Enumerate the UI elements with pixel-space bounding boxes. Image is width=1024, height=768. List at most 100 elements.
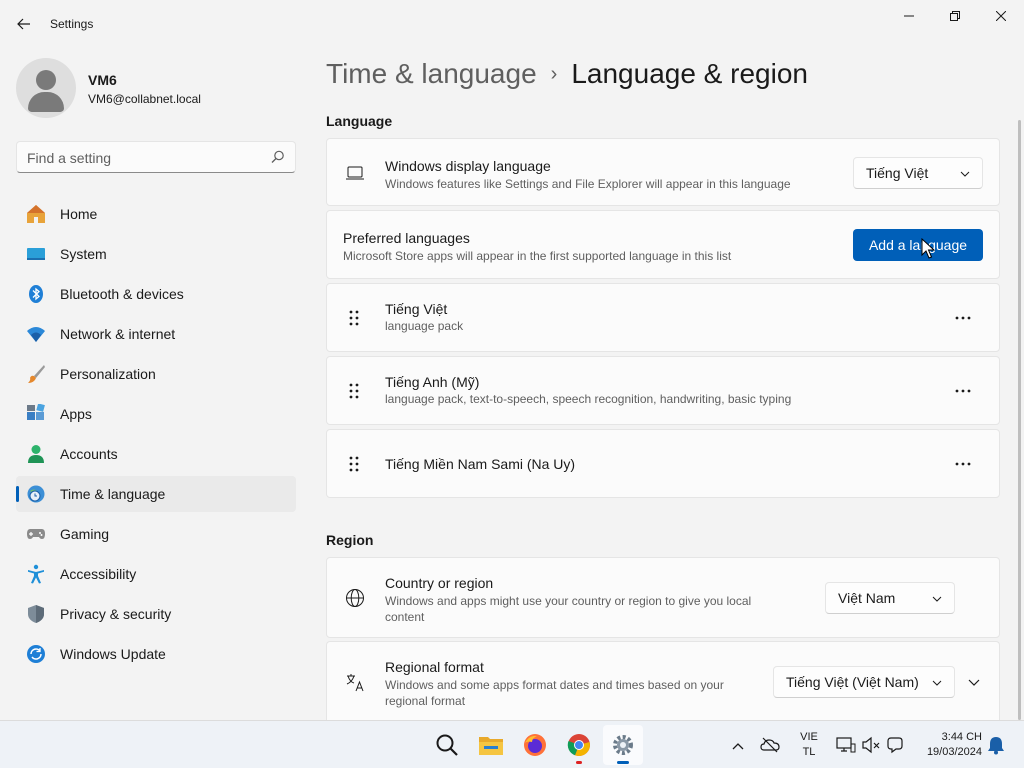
mouse-cursor-icon bbox=[921, 238, 935, 259]
taskbar-firefox[interactable] bbox=[515, 725, 555, 765]
onedrive-icon[interactable] bbox=[760, 735, 780, 755]
power-icon[interactable] bbox=[885, 735, 905, 755]
language-list-item[interactable]: Tiếng Anh (Mỹ) language pack, text-to-sp… bbox=[326, 356, 1000, 425]
sidebar-item-gaming[interactable]: Gaming bbox=[16, 516, 296, 552]
preferred-languages-title: Preferred languages bbox=[343, 230, 470, 246]
input-language-code: VIE bbox=[800, 731, 818, 743]
app-title: Settings bbox=[50, 17, 94, 31]
language-list-item[interactable]: Tiếng Miền Nam Sami (Na Uy) bbox=[326, 429, 1000, 498]
expand-chevron-icon[interactable] bbox=[968, 676, 980, 688]
chevron-down-icon bbox=[932, 596, 942, 602]
sidebar-item-windows-update[interactable]: Windows Update bbox=[16, 636, 296, 672]
maximize-button[interactable] bbox=[932, 0, 978, 32]
chevron-right-icon: › bbox=[550, 63, 558, 85]
file-explorer-icon bbox=[479, 737, 503, 755]
bluetooth-icon bbox=[29, 285, 43, 303]
sidebar-item-home[interactable]: Home bbox=[16, 196, 296, 232]
breadcrumb-parent[interactable]: Time & language bbox=[326, 58, 537, 89]
gamepad-icon bbox=[27, 529, 45, 539]
display-language-card: Windows display language Windows feature… bbox=[326, 138, 1000, 206]
close-button[interactable] bbox=[978, 0, 1024, 32]
sidebar-item-network[interactable]: Network & internet bbox=[16, 316, 296, 352]
sidebar-item-accessibility[interactable]: Accessibility bbox=[16, 556, 296, 592]
settings-icon bbox=[613, 735, 633, 755]
sidebar-item-label: Apps bbox=[60, 406, 92, 422]
drag-handle-icon[interactable] bbox=[348, 309, 360, 327]
more-icon bbox=[955, 462, 971, 466]
regional-format-title: Regional format bbox=[385, 659, 484, 675]
dropdown-value: Tiếng Việt bbox=[866, 165, 929, 181]
sidebar-item-personalization[interactable]: Personalization bbox=[16, 356, 296, 392]
laptop-icon bbox=[346, 166, 364, 180]
display-language-subtitle: Windows features like Settings and File … bbox=[385, 177, 791, 191]
user-email: VM6@collabnet.local bbox=[88, 92, 201, 106]
globe-clock-icon bbox=[27, 485, 45, 503]
section-title-region: Region bbox=[326, 532, 374, 548]
sidebar-item-label: System bbox=[60, 246, 107, 262]
language-list-item[interactable]: Tiếng Việt language pack bbox=[326, 283, 1000, 352]
title-bar: Settings bbox=[0, 0, 1024, 48]
sidebar-item-label: Windows Update bbox=[60, 646, 166, 662]
globe-icon bbox=[346, 589, 364, 607]
regional-format-subtitle-line2: regional format bbox=[385, 694, 466, 708]
sidebar-item-label: Network & internet bbox=[60, 326, 176, 342]
notification-bell-icon[interactable] bbox=[986, 735, 1006, 755]
regional-format-subtitle-line1: Windows and some apps format dates and t… bbox=[385, 678, 724, 692]
network-icon[interactable] bbox=[836, 735, 856, 755]
sidebar-item-time-language[interactable]: Time & language bbox=[16, 476, 296, 512]
dropdown-value: Việt Nam bbox=[838, 590, 896, 606]
regional-format-dropdown[interactable]: Tiếng Việt (Việt Nam) bbox=[773, 666, 955, 698]
home-icon bbox=[27, 205, 45, 223]
scrollbar[interactable] bbox=[1018, 120, 1021, 720]
search-box[interactable]: Find a setting bbox=[16, 141, 296, 173]
taskbar-file-explorer[interactable] bbox=[471, 725, 511, 765]
back-button[interactable] bbox=[10, 12, 38, 36]
sidebar-item-apps[interactable]: Apps bbox=[16, 396, 296, 432]
sidebar-item-accounts[interactable]: Accounts bbox=[16, 436, 296, 472]
taskbar-search[interactable] bbox=[427, 725, 467, 765]
shield-icon bbox=[28, 605, 44, 623]
avatar[interactable] bbox=[16, 58, 76, 118]
taskbar: VIE TL 3:44 CH 19/03/2024 bbox=[0, 720, 1024, 768]
more-options-button[interactable] bbox=[949, 381, 977, 401]
country-region-dropdown[interactable]: Việt Nam bbox=[825, 582, 955, 614]
drag-handle-icon[interactable] bbox=[348, 382, 360, 400]
minimize-icon bbox=[904, 15, 914, 17]
preferred-languages-subtitle: Microsoft Store apps will appear in the … bbox=[343, 249, 732, 263]
language-name: Tiếng Anh (Mỹ) bbox=[385, 374, 480, 390]
sidebar-item-label: Gaming bbox=[60, 526, 110, 542]
display-language-dropdown[interactable]: Tiếng Việt bbox=[853, 157, 983, 189]
language-detail: language pack bbox=[385, 319, 464, 333]
volume-muted-icon[interactable] bbox=[861, 735, 881, 755]
more-icon bbox=[955, 389, 971, 393]
more-options-button[interactable] bbox=[949, 308, 977, 328]
wifi-icon bbox=[27, 327, 45, 342]
more-options-button[interactable] bbox=[949, 454, 977, 474]
search-icon[interactable] bbox=[271, 150, 285, 164]
country-region-subtitle-line2: content bbox=[385, 610, 425, 624]
display-language-title: Windows display language bbox=[385, 158, 551, 174]
country-region-subtitle-line1: Windows and apps might use your country … bbox=[385, 594, 752, 608]
drag-handle-icon[interactable] bbox=[348, 455, 360, 473]
page-title: Language & region bbox=[571, 58, 808, 89]
add-language-button[interactable]: Add a language bbox=[853, 229, 983, 261]
monitor-icon bbox=[27, 248, 45, 260]
firefox-icon bbox=[524, 734, 546, 756]
chevron-up-icon[interactable] bbox=[728, 736, 748, 756]
clock[interactable]: 3:44 CH 19/03/2024 bbox=[910, 730, 982, 760]
regional-format-card[interactable]: Regional format Windows and some apps fo… bbox=[326, 641, 1000, 720]
sidebar-item-system[interactable]: System bbox=[16, 236, 296, 272]
clock-date: 19/03/2024 bbox=[926, 746, 982, 758]
taskbar-settings[interactable] bbox=[603, 725, 643, 765]
language-name: Tiếng Miền Nam Sami (Na Uy) bbox=[385, 456, 576, 472]
minimize-button[interactable] bbox=[886, 0, 932, 32]
input-language-indicator[interactable]: VIE TL bbox=[797, 730, 821, 760]
sidebar-item-bluetooth[interactable]: Bluetooth & devices bbox=[16, 276, 296, 312]
sidebar-item-privacy[interactable]: Privacy & security bbox=[16, 596, 296, 632]
taskbar-chrome[interactable] bbox=[559, 725, 599, 765]
language-format-icon bbox=[346, 674, 364, 692]
search-input[interactable]: Find a setting bbox=[27, 150, 111, 166]
chevron-down-icon bbox=[932, 680, 942, 686]
country-region-card: Country or region Windows and apps might… bbox=[326, 557, 1000, 638]
user-name: VM6 bbox=[88, 72, 117, 88]
